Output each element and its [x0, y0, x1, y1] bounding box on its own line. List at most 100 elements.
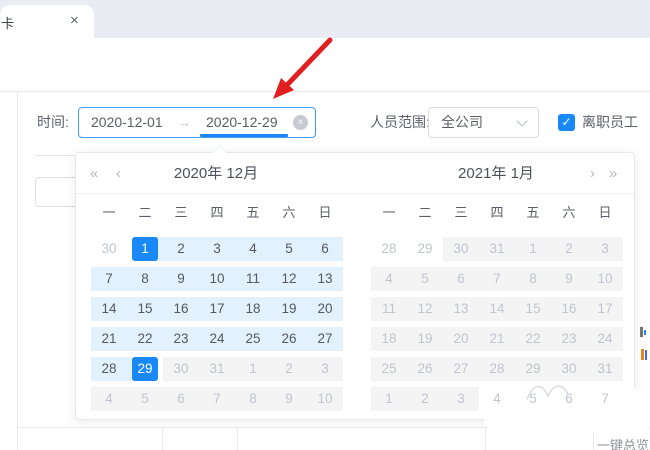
background-divider-fragment [35, 155, 80, 156]
table-border-vertical [237, 427, 238, 450]
calendar-day: 4 [371, 264, 407, 294]
calendar-day[interactable]: 19 [271, 294, 307, 324]
calendar-day[interactable]: 4 [235, 234, 271, 264]
next-month-button[interactable]: › [590, 161, 595, 187]
weekday-label: 二 [407, 199, 443, 227]
prev-year-button[interactable]: « [90, 161, 98, 187]
calendar-day: 18 [371, 324, 407, 354]
calendar-day[interactable]: 3 [199, 234, 235, 264]
calendar-week-row: 30123456 [91, 234, 343, 264]
calendar-day: 30 [163, 354, 199, 384]
calendar-left-weekdays: 一二三四五六日 [91, 199, 343, 227]
calendar-day: 1 [371, 384, 407, 414]
calendar-day: 13 [443, 294, 479, 324]
calendar-day: 10 [307, 384, 343, 414]
calendar-day: 3 [443, 384, 479, 414]
calendar-day[interactable]: 24 [199, 324, 235, 354]
tab-close-icon[interactable]: × [70, 12, 79, 29]
calendar-day[interactable]: 10 [199, 264, 235, 294]
clipped-content-fragment [641, 349, 644, 360]
weekday-label: 四 [479, 199, 515, 227]
calendar-day[interactable]: 22 [127, 324, 163, 354]
calendar-day[interactable]: 15 [127, 294, 163, 324]
calendar-day[interactable]: 18 [235, 294, 271, 324]
date-end-value[interactable]: 2020-12-29 [206, 108, 278, 137]
clear-icon[interactable]: × [293, 115, 308, 130]
calendar-day: 2 [271, 354, 307, 384]
calendar-day[interactable]: 7 [91, 264, 127, 294]
panel-left-border [17, 91, 18, 450]
calendar-day: 28 [371, 234, 407, 264]
header-divider [0, 91, 650, 92]
calendar-day[interactable]: 8 [127, 264, 163, 294]
scope-select[interactable]: 全公司 [428, 107, 539, 138]
calendar-week-row: 45678910 [91, 384, 343, 414]
prev-month-button[interactable]: ‹ [116, 161, 121, 187]
calendar-day: 17 [587, 294, 623, 324]
calendar-day: 7 [587, 384, 623, 414]
calendar-day[interactable]: 9 [163, 264, 199, 294]
calendar-day: 1 [515, 234, 551, 264]
calendar-day: 4 [91, 384, 127, 414]
calendar-day: 29 [515, 354, 551, 384]
calendar-day: 30 [443, 234, 479, 264]
calendar-day[interactable]: 21 [91, 324, 127, 354]
tab-title: 卡 [1, 13, 14, 32]
calendar-day: 6 [443, 264, 479, 294]
calendar-day: 28 [479, 354, 515, 384]
calendar-day[interactable]: 20 [307, 294, 343, 324]
weekday-label: 五 [515, 199, 551, 227]
calendar-day: 26 [407, 354, 443, 384]
calendar-week-row: 21222324252627 [91, 324, 343, 354]
calendar-week-row: 11121314151617 [371, 294, 623, 324]
weekday-label: 日 [587, 199, 623, 227]
calendar-day[interactable]: 23 [163, 324, 199, 354]
calendar-day[interactable]: 6 [307, 234, 343, 264]
calendar-day: 7 [199, 384, 235, 414]
calendar-day[interactable]: 12 [271, 264, 307, 294]
screen: 卡 × 时间: 2020-12-01 → 2020-12-29 × 人员范围: … [0, 0, 650, 450]
calendar-day[interactable]: 16 [163, 294, 199, 324]
calendar-day: 29 [407, 234, 443, 264]
calendar-week-row: 28293031123 [371, 234, 623, 264]
calendar-day: 6 [163, 384, 199, 414]
overview-clipped-text: 一键总览 [597, 435, 649, 450]
calendar-day[interactable]: 17 [199, 294, 235, 324]
calendar-day: 9 [551, 264, 587, 294]
date-start-value[interactable]: 2020-12-01 [91, 108, 163, 137]
calendar-day: 30 [91, 234, 127, 264]
calendar-day: 10 [587, 264, 623, 294]
calendar-day[interactable]: 14 [91, 294, 127, 324]
calendar-day[interactable]: 25 [235, 324, 271, 354]
table-border-vertical [162, 427, 163, 450]
calendar-day[interactable]: 5 [271, 234, 307, 264]
calendar-day: 2 [551, 234, 587, 264]
calendar-day[interactable]: 28 [91, 354, 127, 384]
calendar-week-row: 18192021222324 [371, 324, 623, 354]
active-field-underline [200, 134, 288, 137]
time-label: 时间: [37, 107, 69, 138]
calendar-day: 8 [515, 264, 551, 294]
calendar-day[interactable]: 26 [271, 324, 307, 354]
calendar-left-weeks: 3012345678910111213141516171819202122232… [91, 234, 343, 414]
calendar-right-title: 2021年 1月 [411, 161, 581, 187]
calendar-day[interactable]: 1 [127, 234, 163, 264]
resigned-checkbox-label: 离职员工 [582, 107, 638, 138]
next-year-button[interactable]: » [609, 161, 617, 187]
calendar-day: 8 [235, 384, 271, 414]
calendar-day[interactable]: 13 [307, 264, 343, 294]
calendar-day[interactable]: 2 [163, 234, 199, 264]
calendar-day[interactable]: 29 [127, 354, 163, 384]
calendar-right-weekdays: 一二三四五六日 [371, 199, 623, 227]
resigned-checkbox[interactable]: ✓ [558, 114, 575, 131]
calendar-day: 1 [235, 354, 271, 384]
calendar-day[interactable]: 27 [307, 324, 343, 354]
calendar-day[interactable]: 11 [235, 264, 271, 294]
calendar-day: 6 [551, 384, 587, 414]
weekday-label: 二 [127, 199, 163, 227]
browser-tab[interactable]: 卡 × [0, 5, 94, 38]
popup-caret [212, 145, 228, 161]
calendar-day: 7 [479, 264, 515, 294]
date-range-input[interactable]: 2020-12-01 → 2020-12-29 × [78, 107, 316, 138]
calendar-day: 2 [407, 384, 443, 414]
